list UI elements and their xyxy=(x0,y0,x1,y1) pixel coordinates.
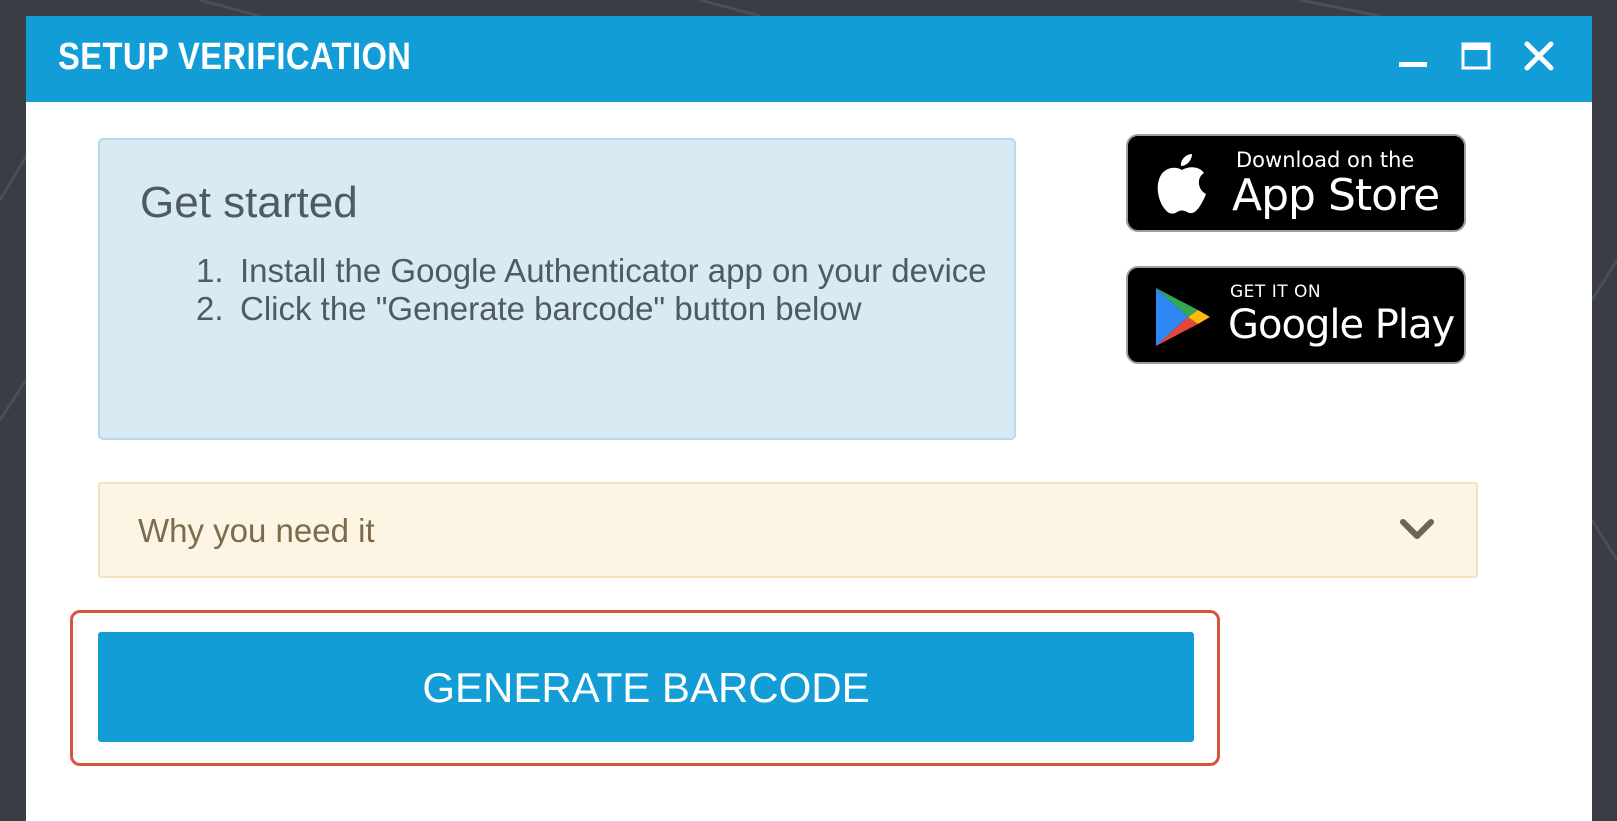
app-store-caption: Download on the xyxy=(1236,148,1415,172)
step-text: Install the Google Authenticator app on … xyxy=(240,252,987,289)
chevron-down-icon xyxy=(1400,519,1434,539)
list-item: 2. Click the "Generate barcode" button b… xyxy=(196,290,996,328)
list-item: 1. Install the Google Authenticator app … xyxy=(196,252,996,290)
step-number: 1. xyxy=(196,252,224,289)
google-play-name: Google Play xyxy=(1228,302,1455,348)
get-started-heading: Get started xyxy=(140,178,358,227)
step-text: Click the "Generate barcode" button belo… xyxy=(240,290,862,327)
maximize-button[interactable] xyxy=(1456,38,1496,78)
close-button[interactable] xyxy=(1519,38,1559,78)
dialog-title: SETUP VERIFICATION xyxy=(58,36,412,78)
generate-barcode-button[interactable]: GENERATE BARCODE xyxy=(98,632,1194,742)
google-play-caption: GET IT ON xyxy=(1230,282,1322,302)
step-number: 2. xyxy=(196,290,224,327)
dialog-titlebar: SETUP VERIFICATION xyxy=(26,16,1592,102)
get-started-panel: Get started 1. Install the Google Authen… xyxy=(98,138,1016,440)
app-store-name: App Store xyxy=(1232,170,1440,221)
minimize-icon xyxy=(1399,62,1427,67)
setup-steps-list: 1. Install the Google Authenticator app … xyxy=(196,252,996,328)
google-play-badge[interactable]: GET IT ON Google Play xyxy=(1126,266,1466,364)
apple-icon xyxy=(1157,154,1206,214)
google-play-icon xyxy=(1156,288,1210,346)
accordion-label: Why you need it xyxy=(138,512,375,549)
close-icon xyxy=(1524,41,1554,71)
app-store-badge[interactable]: Download on the App Store xyxy=(1126,134,1466,232)
why-you-need-it-accordion[interactable]: Why you need it xyxy=(98,482,1478,578)
maximize-icon xyxy=(1461,42,1491,70)
minimize-button[interactable] xyxy=(1393,38,1433,78)
setup-verification-dialog: SETUP VERIFICATION Get started 1. Instal… xyxy=(26,16,1592,821)
